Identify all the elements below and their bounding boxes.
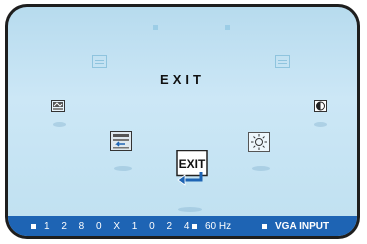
icon-shadow (314, 122, 327, 127)
brightness-icon[interactable] (248, 132, 270, 157)
menu-faint-icon-left[interactable] (92, 55, 107, 68)
input-select-icon[interactable] (110, 131, 132, 156)
osd-frame: EXIT EXIT 1 2 8 0 X 1 0 2 4 60 Hz VGA IN… (5, 4, 360, 239)
contrast-icon[interactable] (314, 99, 327, 117)
bullet-icon (192, 223, 197, 229)
osd-panel: EXIT EXIT 1 2 8 0 X 1 0 2 4 60 Hz VGA IN… (8, 7, 357, 236)
icon-shadow (114, 166, 132, 171)
indicator-dot (225, 25, 230, 30)
resolution-value: 1 2 8 0 X 1 0 2 4 (44, 221, 194, 232)
menu-faint-icon-right[interactable] (275, 55, 290, 68)
bullet-icon (262, 223, 267, 229)
exit-icon[interactable]: EXIT (173, 149, 211, 186)
color-settings-icon[interactable] (51, 99, 65, 117)
refresh-value: 60 Hz (205, 221, 232, 232)
status-bar: 1 2 8 0 X 1 0 2 4 60 Hz VGA INPUT (8, 216, 357, 236)
exit-icon-label: EXIT (179, 157, 206, 171)
icon-shadow (178, 207, 202, 212)
input-status: VGA INPUT (262, 221, 329, 232)
input-value: VGA INPUT (275, 221, 330, 232)
menu-title: EXIT (160, 72, 205, 87)
icon-shadow (53, 122, 66, 127)
refresh-status: 60 Hz (192, 221, 231, 232)
resolution-status: 1 2 8 0 X 1 0 2 4 (31, 221, 194, 232)
indicator-dot (153, 25, 158, 30)
bullet-icon (31, 223, 36, 229)
icon-shadow (252, 166, 270, 171)
